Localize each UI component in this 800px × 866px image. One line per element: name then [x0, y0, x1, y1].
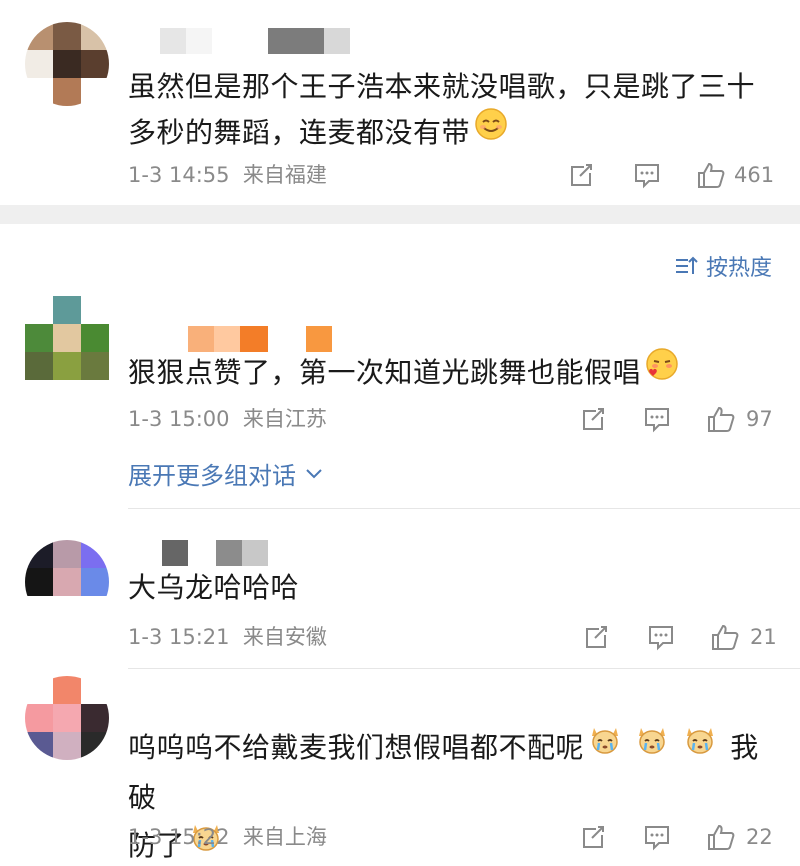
avatar[interactable]: [25, 676, 109, 760]
section-divider: [0, 205, 800, 224]
comment-3: 大乌龙哈哈哈 1-3 15:21 来自安徽 21: [0, 530, 800, 670]
like-button[interactable]: 21: [710, 622, 777, 652]
like-button[interactable]: 22: [706, 822, 773, 852]
like-count: 461: [734, 163, 775, 187]
avatar[interactable]: [25, 540, 109, 624]
comment-icon: [645, 408, 669, 433]
username-redacted[interactable]: [134, 540, 268, 566]
share-button[interactable]: [578, 822, 608, 852]
row-divider: [128, 508, 800, 509]
row-divider: [128, 668, 800, 669]
thumbs-up-icon: [712, 624, 739, 650]
comment-meta: 1-3 15:21 来自安徽: [128, 622, 327, 652]
thumbs-up-icon: [698, 162, 725, 188]
comment-icon: [649, 626, 673, 651]
comment-meta: 1-3 14:55 来自福建: [128, 160, 327, 190]
comment-meta: 1-3 15:22 来自上海: [128, 822, 327, 852]
smile-emoji: [474, 107, 508, 155]
thumbs-up-icon: [708, 406, 735, 432]
like-button[interactable]: 97: [706, 404, 773, 434]
avatar[interactable]: [25, 22, 109, 106]
crying-dog-emoji: [683, 722, 717, 771]
crying-dog-emoji: [635, 722, 669, 771]
comment-4: 呜呜呜不给戴麦我们想假唱都不配呢 我破 防了 1-3 15:22 来自上海 22: [0, 672, 800, 866]
comment-date: 1-3 14:55: [128, 163, 230, 187]
thumbs-up-icon: [708, 824, 735, 850]
like-count: 97: [746, 407, 773, 431]
reply-button[interactable]: [642, 822, 672, 852]
comment-1: 虽然但是那个王子浩本来就没唱歌，只是跳了三十多秒的舞蹈，连麦都没有带 1-3 1…: [0, 0, 800, 205]
share-icon: [583, 408, 604, 430]
like-count: 21: [750, 625, 777, 649]
comment-meta: 1-3 15:00 来自江苏: [128, 404, 327, 434]
share-icon: [583, 826, 604, 848]
comment-location: 来自安徽: [242, 625, 327, 649]
blush-kiss-emoji: [645, 347, 679, 395]
sort-by-hot-button[interactable]: 按热度: [674, 251, 772, 281]
comment-date: 1-3 15:00: [128, 407, 230, 431]
comment-location: 来自江苏: [242, 407, 327, 431]
comment-text: 狠狠点赞了，第一次知道光跳舞也能假唱: [128, 347, 778, 398]
share-icon: [586, 626, 607, 648]
share-button[interactable]: [581, 622, 611, 652]
reply-button[interactable]: [632, 160, 662, 190]
comment-2: 狠狠点赞了，第一次知道光跳舞也能假唱 1-3 15:00 来自江苏 97: [0, 290, 800, 490]
reply-button[interactable]: [642, 404, 672, 434]
share-button[interactable]: [578, 404, 608, 434]
username-redacted[interactable]: [188, 326, 332, 352]
comment-text: 虽然但是那个王子浩本来就没唱歌，只是跳了三十多秒的舞蹈，连麦都没有带: [128, 64, 768, 158]
expand-more-conversations-link[interactable]: 展开更多组对话: [128, 456, 326, 490]
comment-date: 1-3 15:21: [128, 625, 230, 649]
expand-label: 展开更多组对话: [128, 461, 296, 490]
chevron-down-icon: [306, 469, 322, 479]
comment-icon: [635, 164, 659, 189]
like-count: 22: [746, 825, 773, 849]
reply-button[interactable]: [646, 622, 676, 652]
comment-location: 来自福建: [242, 163, 327, 187]
username-redacted[interactable]: [160, 28, 350, 54]
comment-icon: [645, 826, 669, 851]
comment-date: 1-3 15:22: [128, 825, 230, 849]
share-button[interactable]: [566, 160, 596, 190]
sort-icon: [675, 256, 698, 274]
share-icon: [571, 164, 592, 186]
like-button[interactable]: 461: [696, 160, 774, 190]
comment-text: 大乌龙哈哈哈: [128, 571, 300, 604]
crying-dog-emoji: [588, 722, 622, 771]
sort-label: 按热度: [705, 256, 772, 281]
avatar[interactable]: [25, 296, 109, 380]
comment-location: 来自上海: [242, 825, 327, 849]
